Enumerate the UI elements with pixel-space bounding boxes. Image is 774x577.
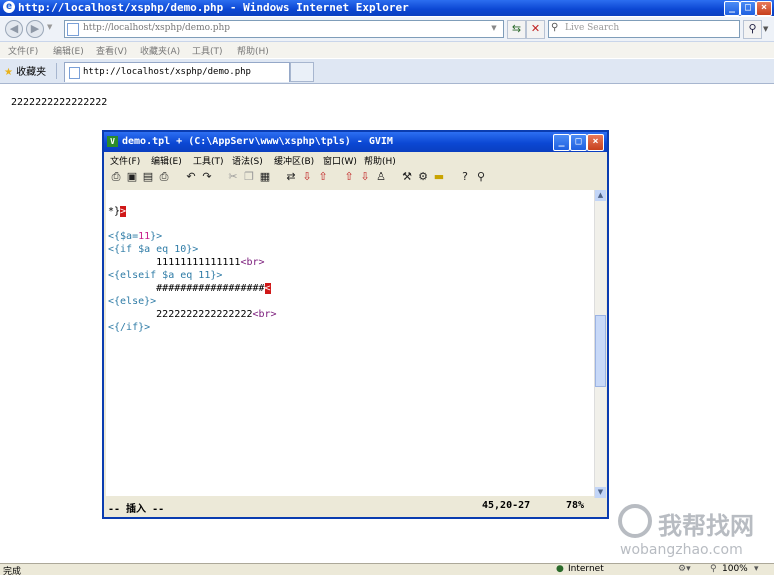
back-button[interactable]: ◀ bbox=[5, 20, 23, 38]
zoom-level[interactable]: 100% bbox=[722, 564, 748, 574]
code-line: 11111111111111<br> bbox=[108, 257, 265, 268]
open-icon[interactable]: ⎙ bbox=[109, 170, 123, 184]
stop-button[interactable]: ✕ bbox=[526, 20, 545, 39]
magnifier-icon bbox=[618, 504, 652, 538]
vim-menu-syntax[interactable]: 语法(S) bbox=[232, 154, 263, 167]
save-icon[interactable]: ▣ bbox=[125, 170, 139, 184]
browser-menu-bar: 文件(F) 编辑(E) 查看(V) 收藏夹(A) 工具(T) 帮助(H) bbox=[0, 42, 774, 58]
vim-menu-edit[interactable]: 编辑(E) bbox=[151, 154, 182, 167]
page-icon bbox=[69, 67, 80, 79]
search-options-icon[interactable]: ▼ bbox=[763, 25, 768, 33]
vim-logo-icon: V bbox=[107, 136, 118, 147]
vim-status-line: -- 插入 -- 45,20-27 78% bbox=[106, 498, 605, 515]
code-line: ##################< bbox=[108, 283, 271, 294]
cursor-position: 45,20-27 bbox=[482, 500, 531, 511]
scroll-down-icon[interactable]: ▼ bbox=[595, 487, 606, 498]
address-bar-row: ◀ ▶ ▼ http://localhost/xsphp/demo.php ▼ … bbox=[0, 17, 774, 42]
gvim-toolbar: ⎙ ▣ ▤ ⎙ ↶ ↷ ✂ ❐ ▦ ⇄ ⇩ ⇧ ⇧ ⇩ ♙ ⚒ ⚙ ▬ ? ⚲ bbox=[104, 168, 607, 188]
menu-file[interactable]: 文件(F) bbox=[8, 44, 38, 57]
address-dropdown-icon[interactable]: ▼ bbox=[488, 20, 500, 37]
browser-title-bar: e http://localhost/xsphp/demo.php - Wind… bbox=[0, 0, 774, 16]
scrollbar-thumb[interactable] bbox=[595, 315, 606, 387]
mode-indicator: -- 插入 -- bbox=[108, 504, 165, 515]
vim-menu-tools[interactable]: 工具(T) bbox=[193, 154, 224, 167]
search-input[interactable]: ⚲ Live Search bbox=[548, 20, 740, 38]
vim-close-button[interactable]: × bbox=[587, 134, 604, 151]
code-line: <{$a=11}> bbox=[108, 231, 163, 242]
make-icon[interactable]: ⚒ bbox=[400, 170, 414, 184]
vim-minimize-button[interactable]: _ bbox=[553, 134, 570, 151]
refresh-button[interactable]: ⇆ bbox=[507, 20, 526, 39]
star-icon: ★ bbox=[4, 67, 13, 78]
tag-icon[interactable]: ▬ bbox=[432, 170, 446, 184]
zoom-icon: ⚲ bbox=[710, 564, 717, 574]
save-all-icon[interactable]: ▤ bbox=[141, 170, 155, 184]
internet-zone-icon: ● bbox=[556, 564, 564, 574]
menu-edit[interactable]: 编辑(E) bbox=[53, 44, 84, 57]
browser-window-title: http://localhost/xsphp/demo.php - Window… bbox=[18, 1, 409, 14]
maximize-button[interactable]: □ bbox=[740, 1, 756, 16]
menu-view[interactable]: 查看(V) bbox=[96, 44, 127, 57]
code-line: <{else}> bbox=[108, 296, 157, 307]
menu-help[interactable]: 帮助(H) bbox=[237, 44, 269, 57]
find-help-icon[interactable]: ⚲ bbox=[474, 170, 488, 184]
scroll-percent: 78% bbox=[566, 500, 585, 511]
copy-icon[interactable]: ❐ bbox=[242, 170, 256, 184]
search-go-button[interactable]: ⚲ bbox=[743, 20, 762, 39]
zoom-dropdown-icon[interactable]: ▾ bbox=[754, 564, 759, 574]
find-prev-icon[interactable]: ⇧ bbox=[316, 170, 330, 184]
paste-icon[interactable]: ▦ bbox=[258, 170, 272, 184]
tab-demo[interactable]: http://localhost/xsphp/demo.php bbox=[64, 62, 290, 82]
scroll-up-icon[interactable]: ▲ bbox=[595, 190, 606, 201]
editor-text-area[interactable]: *}> <{$a=11}> <{if $a eq 10}> 1111111111… bbox=[106, 190, 594, 496]
help-icon[interactable]: ? bbox=[458, 170, 472, 184]
ie-logo-icon: e bbox=[3, 1, 15, 13]
run-script-icon[interactable]: ♙ bbox=[374, 170, 388, 184]
text-cursor: < bbox=[264, 283, 271, 294]
code-line: <{if $a eq 10}> bbox=[108, 244, 199, 255]
page-icon bbox=[67, 23, 79, 36]
code-line: <{elseif $a eq 11}> bbox=[108, 270, 223, 281]
code-line: <{/if}> bbox=[108, 322, 151, 333]
divider bbox=[56, 63, 57, 79]
shell-icon[interactable]: ⚙ bbox=[416, 170, 430, 184]
status-text: 完成 bbox=[3, 567, 22, 577]
editor-scrollbar[interactable]: ▲ ▼ bbox=[594, 190, 606, 498]
security-zone: Internet bbox=[568, 564, 604, 574]
history-dropdown-icon[interactable]: ▼ bbox=[47, 23, 52, 31]
address-input[interactable]: http://localhost/xsphp/demo.php bbox=[64, 20, 504, 38]
menu-favorites[interactable]: 收藏夹(A) bbox=[140, 44, 180, 57]
search-icon: ⚲ bbox=[551, 22, 559, 33]
vim-menu-buffers[interactable]: 缓冲区(B) bbox=[274, 154, 314, 167]
minimize-button[interactable]: _ bbox=[724, 1, 740, 16]
gvim-title-bar: V demo.tpl + (C:\AppServ\www\xsphp\tpls)… bbox=[104, 132, 607, 152]
vim-menu-window[interactable]: 窗口(W) bbox=[323, 154, 357, 167]
cut-icon[interactable]: ✂ bbox=[226, 170, 240, 184]
forward-button[interactable]: ▶ bbox=[26, 20, 44, 38]
vim-menu-help[interactable]: 帮助(H) bbox=[364, 154, 396, 167]
gvim-window-title: demo.tpl + (C:\AppServ\www\xsphp\tpls) -… bbox=[122, 136, 393, 147]
load-session-icon[interactable]: ⇧ bbox=[342, 170, 356, 184]
tab-bar: ★ 收藏夹 http://localhost/xsphp/demo.php bbox=[0, 59, 774, 84]
browser-status-bar: 完成 ● Internet ⚙▾ ⚲ 100% ▾ bbox=[0, 563, 774, 577]
close-button[interactable]: × bbox=[756, 1, 772, 16]
vim-menu-file[interactable]: 文件(F) bbox=[110, 154, 140, 167]
vim-maximize-button[interactable]: □ bbox=[570, 134, 587, 151]
replace-icon[interactable]: ⇄ bbox=[284, 170, 298, 184]
redo-icon[interactable]: ↷ bbox=[200, 170, 214, 184]
gvim-window: V demo.tpl + (C:\AppServ\www\xsphp\tpls)… bbox=[102, 130, 609, 519]
favorites-button[interactable]: ★ 收藏夹 bbox=[4, 63, 46, 78]
protected-mode-icon[interactable]: ⚙▾ bbox=[678, 564, 691, 574]
gvim-menu-bar: 文件(F) 编辑(E) 工具(T) 语法(S) 缓冲区(B) 窗口(W) 帮助(… bbox=[104, 153, 607, 167]
find-next-icon[interactable]: ⇩ bbox=[300, 170, 314, 184]
new-tab-button[interactable] bbox=[290, 62, 314, 82]
code-line: 2222222222222222<br> bbox=[108, 309, 277, 320]
page-body-text: 2222222222222222 bbox=[11, 97, 108, 108]
save-session-icon[interactable]: ⇩ bbox=[358, 170, 372, 184]
print-icon[interactable]: ⎙ bbox=[157, 170, 171, 184]
code-line: *}> bbox=[108, 206, 127, 217]
menu-tools[interactable]: 工具(T) bbox=[192, 44, 223, 57]
cursor-highlight: > bbox=[120, 206, 127, 217]
undo-icon[interactable]: ↶ bbox=[184, 170, 198, 184]
